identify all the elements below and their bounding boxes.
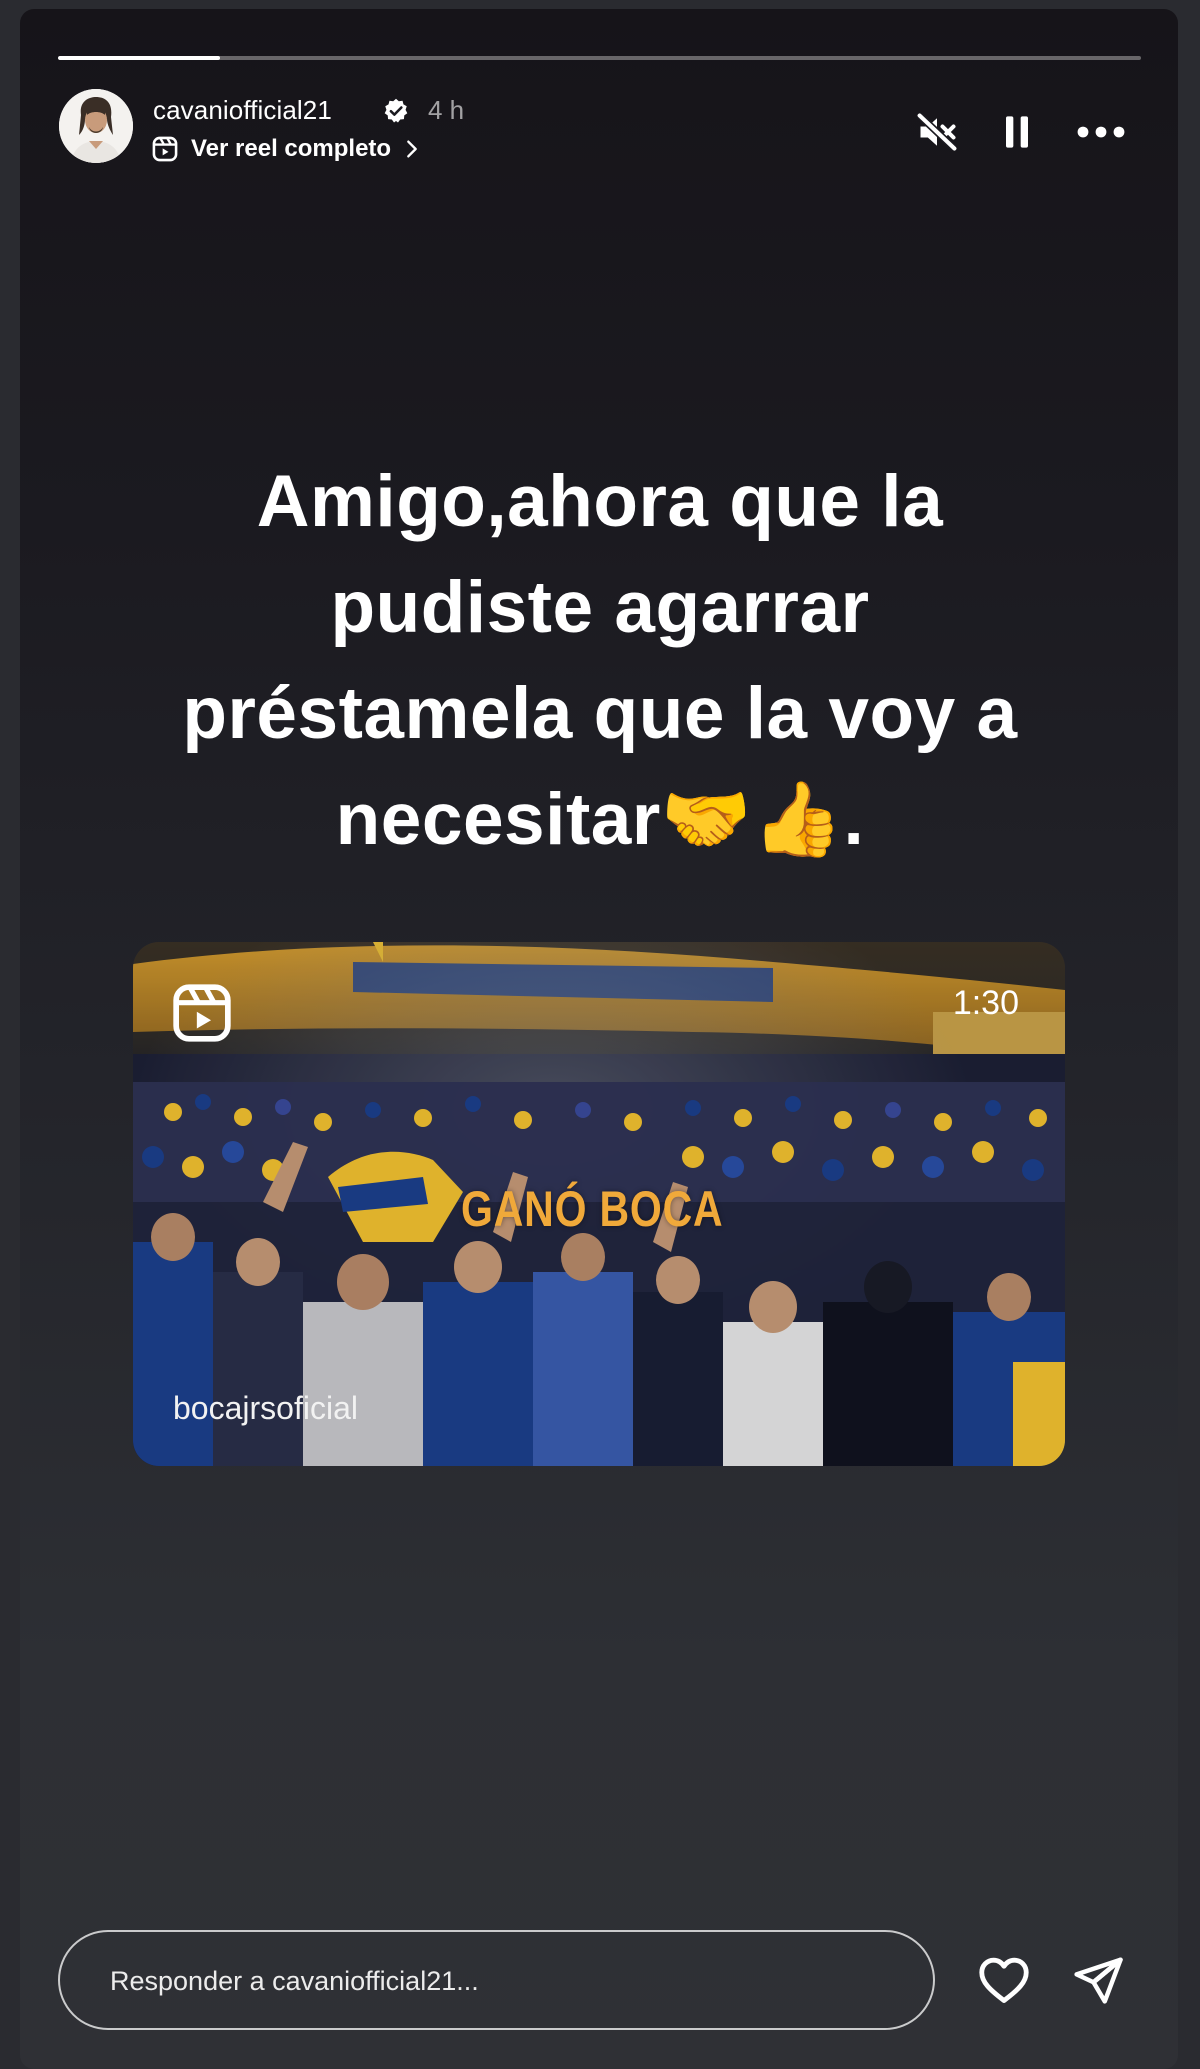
mute-button[interactable] (915, 110, 959, 154)
story-progress-bar (58, 56, 1141, 60)
story-progress-fill (58, 56, 221, 60)
heart-icon (979, 1957, 1029, 2003)
reply-input[interactable] (108, 1932, 892, 2030)
story-timestamp: 4 h (428, 95, 465, 125)
send-icon (1074, 1957, 1123, 2004)
reels-icon (152, 136, 178, 162)
avatar[interactable] (59, 89, 133, 163)
caption-line: pudiste agarrar (330, 567, 870, 648)
shared-reel-card[interactable]: GANÓ BOCA 1:30 bocajrsoficial (133, 942, 1065, 1466)
reel-banner-text: GANÓ BOCA (461, 1181, 724, 1237)
more-options-button[interactable] (1074, 110, 1128, 154)
avatar-portrait (59, 89, 133, 163)
more-options-icon (1077, 126, 1125, 138)
view-full-reel-label: Ver reel completo (191, 135, 392, 162)
caption-line: Amigo,ahora que la (256, 461, 944, 542)
reel-owner-username: bocajrsoficial (173, 1390, 358, 1426)
speaker-muted-icon (917, 112, 957, 152)
like-button[interactable] (975, 1951, 1033, 2009)
verified-badge-icon (384, 98, 408, 123)
pause-icon (1006, 116, 1028, 148)
pause-button[interactable] (995, 110, 1039, 154)
story-viewer: cavaniofficial21 4 h Ver reel completo A… (20, 9, 1178, 2069)
reel-duration: 1:30 (952, 984, 1019, 1022)
caption-line: préstamela que la voy a (182, 673, 1018, 754)
chevron-right-icon (407, 140, 417, 158)
caption-line: necesitar🤝👍. (335, 779, 865, 860)
story-caption: Amigo,ahora que la pudiste agarrar prést… (80, 449, 1120, 873)
view-full-reel-link[interactable]: Ver reel completo (151, 135, 423, 163)
story-username[interactable]: cavaniofficial21 (153, 95, 332, 126)
reels-icon (173, 984, 231, 1042)
share-button[interactable] (1071, 1953, 1125, 2007)
reply-field[interactable] (58, 1930, 935, 2030)
